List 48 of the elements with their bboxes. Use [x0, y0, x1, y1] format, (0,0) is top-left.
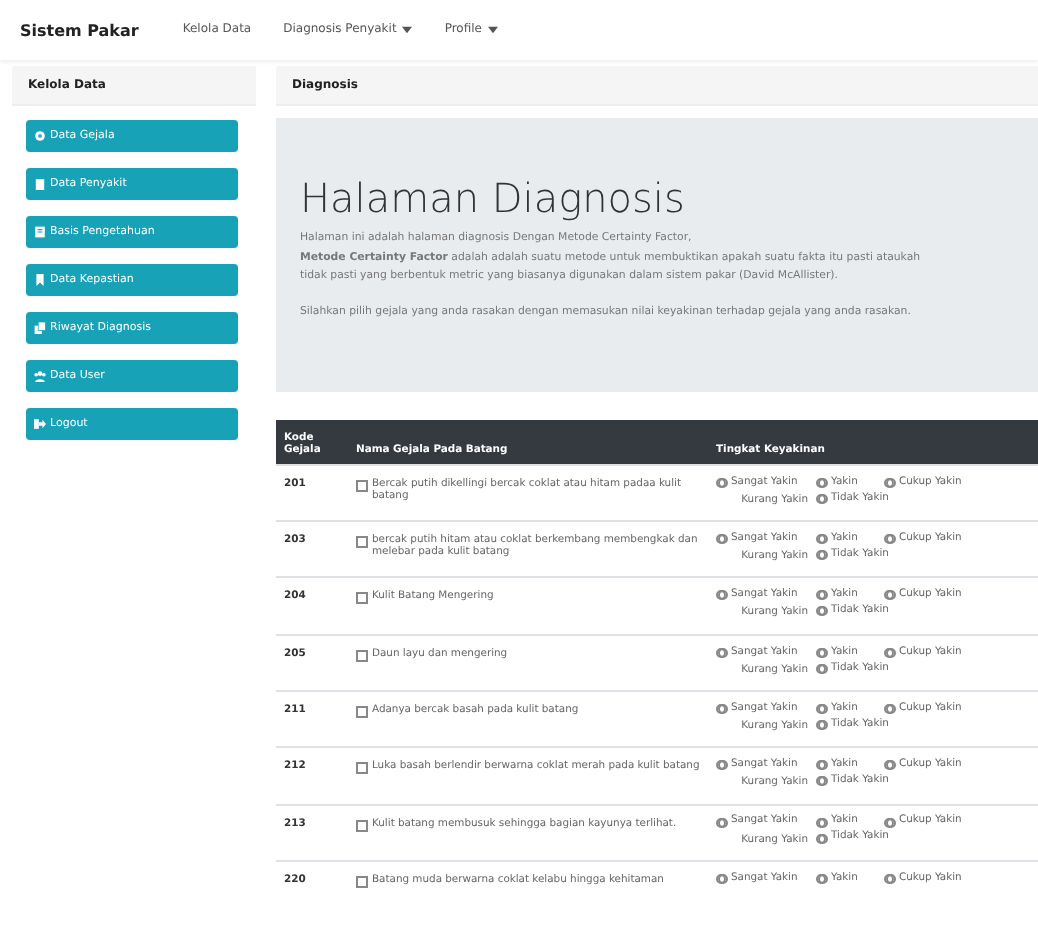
radio-button[interactable]	[718, 817, 728, 828]
radio-button[interactable]	[818, 833, 828, 844]
radio-button[interactable]	[718, 647, 728, 658]
users-icon	[34, 370, 46, 382]
radio-button[interactable]	[886, 590, 896, 601]
radio-button[interactable]	[886, 817, 896, 828]
radio-button[interactable]	[818, 817, 828, 828]
checkbox[interactable]	[356, 875, 368, 888]
radio-button[interactable]	[718, 760, 728, 771]
radio-button[interactable]	[818, 663, 828, 674]
page-heading: Halaman Diagnosis	[300, 174, 687, 222]
radio-button[interactable]	[886, 534, 896, 545]
book-icon	[34, 226, 46, 238]
caret-icon[interactable]	[402, 25, 413, 34]
radio-button[interactable]	[818, 647, 828, 658]
radio-button[interactable]	[718, 477, 728, 488]
checkbox[interactable]	[356, 592, 368, 605]
radio-button[interactable]	[718, 704, 728, 714]
radio-button[interactable]	[818, 760, 828, 771]
checkbox[interactable]	[356, 479, 368, 492]
radio-button[interactable]	[886, 647, 896, 658]
logout-icon	[34, 418, 46, 430]
radio-button[interactable]	[886, 873, 896, 884]
checkbox[interactable]	[356, 536, 368, 549]
radio-button[interactable]	[818, 550, 828, 561]
checkbox[interactable]	[356, 762, 368, 775]
radio-button[interactable]	[818, 606, 828, 617]
radio-button[interactable]	[818, 477, 828, 488]
radio-button[interactable]	[718, 873, 728, 884]
radio-button[interactable]	[886, 477, 896, 488]
checkbox[interactable]	[356, 819, 368, 832]
radio-button[interactable]	[818, 704, 828, 714]
radio-button[interactable]	[818, 873, 828, 884]
copy-icon	[34, 322, 46, 334]
radio-button[interactable]	[818, 493, 828, 504]
radio-button[interactable]	[818, 590, 828, 601]
radio-button[interactable]	[886, 760, 896, 771]
radio-button[interactable]	[818, 720, 828, 730]
brand[interactable]: Sistem Pakar	[20, 21, 139, 39]
caret-icon[interactable]	[487, 25, 498, 34]
radio-button[interactable]	[818, 776, 828, 787]
radio-button[interactable]	[718, 590, 728, 601]
bookmark-icon	[34, 274, 46, 286]
radio-button[interactable]	[718, 534, 728, 545]
radio-button[interactable]	[886, 704, 896, 714]
radio-button[interactable]	[818, 534, 828, 545]
checkbox[interactable]	[356, 649, 368, 662]
checkbox[interactable]	[356, 706, 368, 718]
